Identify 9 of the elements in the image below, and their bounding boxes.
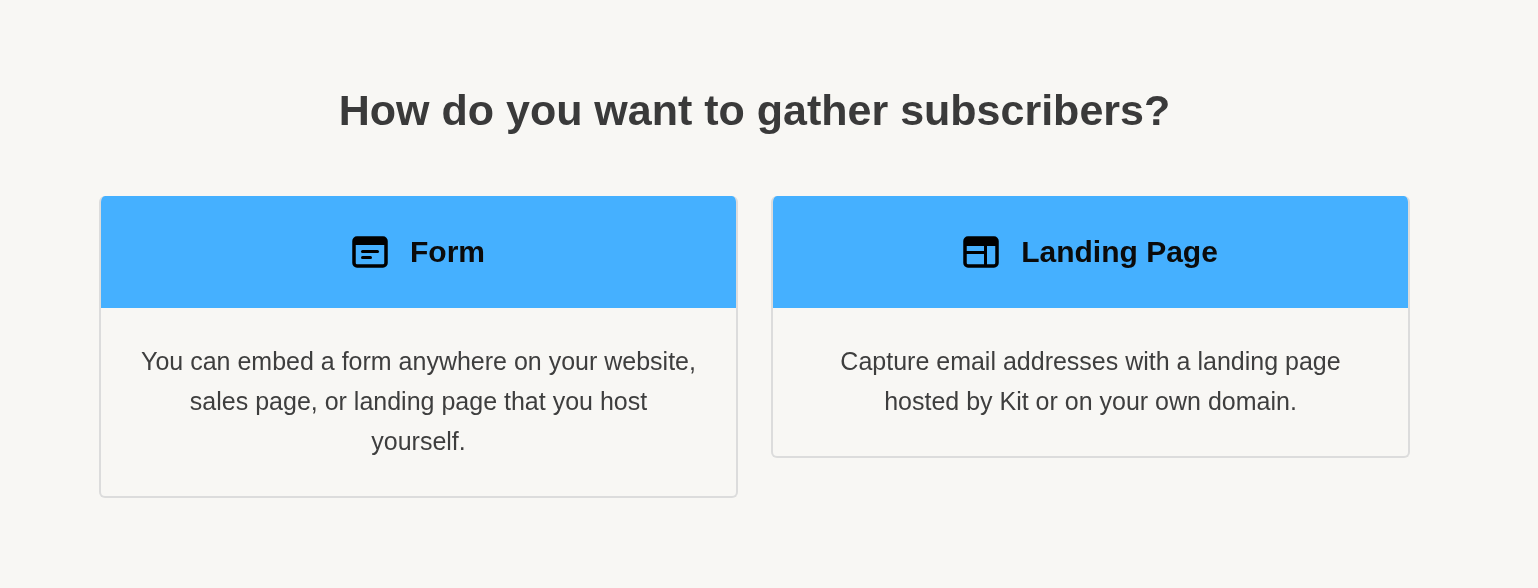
card-title: Landing Page: [1021, 235, 1218, 269]
card-description: Capture email addresses with a landing page hosted by Kit or on your own domain.: [839, 346, 1342, 417]
option-card[interactable]: Form You can embed a form anywhere on your website, sales page, or landing page that you host yourself.: [99, 196, 738, 498]
card-title: Form: [410, 235, 485, 269]
form-window-icon: [352, 236, 388, 268]
option-card[interactable]: Landing Page Capture email addresses with a landing page hosted by Kit or on your own domain.: [771, 196, 1410, 458]
page-heading: How do you want to gather subscribers?: [337, 85, 1172, 136]
layout-window-icon: [963, 236, 1000, 268]
card-description: You can embed a form anywhere on your website, sales page, or landing page that you host yourself.: [140, 346, 697, 457]
